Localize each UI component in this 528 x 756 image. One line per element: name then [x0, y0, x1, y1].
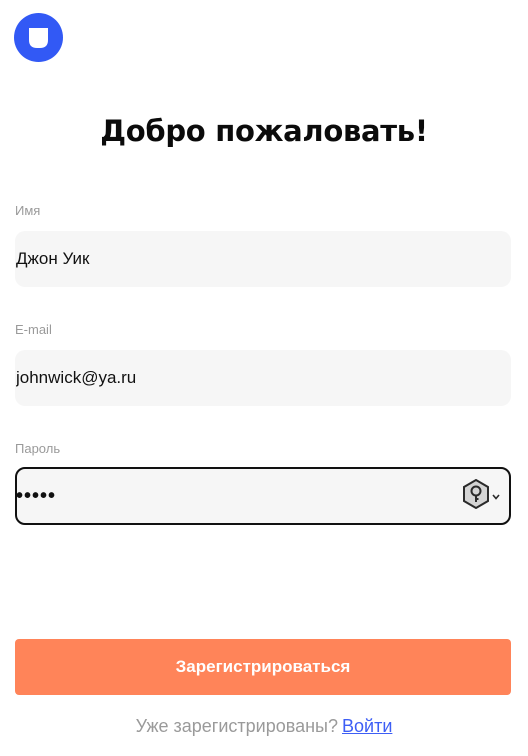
logo-icon: [14, 13, 63, 62]
email-label: E-mail: [15, 322, 52, 337]
name-field[interactable]: [16, 231, 446, 287]
password-label: Пароль: [15, 441, 61, 456]
name-field-container: [15, 231, 511, 287]
email-field[interactable]: [16, 350, 446, 406]
password-manager-button[interactable]: [461, 478, 501, 514]
password-key-icon: [461, 478, 491, 514]
name-label: Имя: [15, 203, 41, 218]
login-prompt: Уже зарегистрированы? Войти: [0, 716, 528, 737]
login-link[interactable]: Войти: [342, 716, 392, 736]
password-field[interactable]: [16, 469, 446, 523]
email-field-container: [15, 350, 511, 406]
chevron-down-icon: [492, 487, 500, 505]
register-button[interactable]: Зарегистрироваться: [15, 639, 511, 695]
page-title: Добро пожаловать!: [100, 114, 428, 148]
password-field-container: [15, 467, 511, 525]
login-prompt-text: Уже зарегистрированы?: [135, 716, 338, 736]
